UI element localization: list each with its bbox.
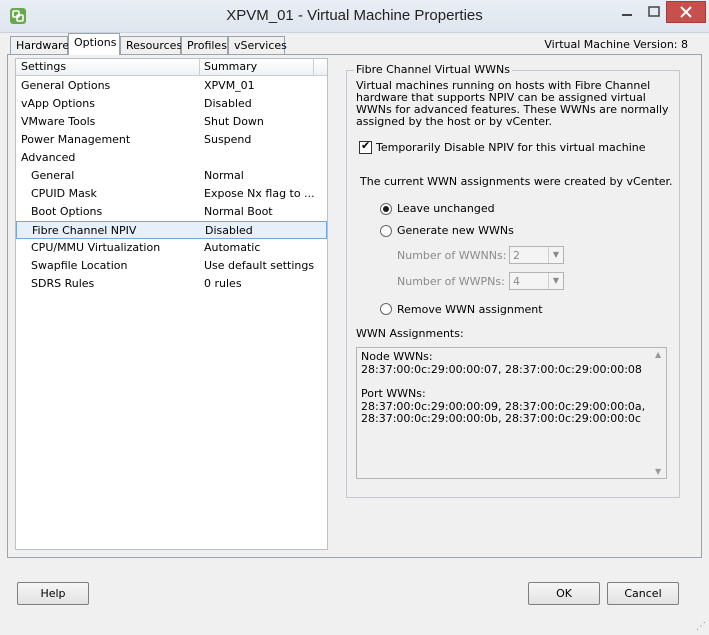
wwn-assignments-label: WWN Assignments: <box>356 327 464 340</box>
setting-name: SDRS Rules <box>31 277 95 290</box>
checkbox-box[interactable]: ✔ <box>359 139 372 154</box>
settings-row-general[interactable]: General Normal <box>16 167 327 185</box>
settings-row-swapfile-location[interactable]: Swapfile Location Use default settings <box>16 257 327 275</box>
port-wwns-value: 28:37:00:0c:29:00:00:0b, 28:37:00:0c:29:… <box>361 412 641 425</box>
properties-window: XPVM_01 - Virtual Machine Properties Har… <box>0 0 709 635</box>
settings-list-header: Settings Summary <box>16 59 327 76</box>
remove-wwn-radio[interactable] <box>380 303 392 315</box>
setting-name: Power Management <box>21 133 131 146</box>
close-icon <box>680 6 692 18</box>
settings-row-sdrs-rules[interactable]: SDRS Rules 0 rules <box>16 275 327 293</box>
wwn-assignments-text: Node WWNs: 28:37:00:0c:29:00:00:07, 28:3… <box>361 350 649 426</box>
fibre-channel-group: Fibre Channel Virtual WWNs Virtual machi… <box>346 63 680 498</box>
setting-summary: Shut Down <box>204 115 264 128</box>
vertical-scrollbar[interactable]: ▲ ▼ <box>652 348 666 478</box>
setting-summary: Normal <box>204 169 244 182</box>
remove-wwn-label[interactable]: Remove WWN assignment <box>397 303 543 316</box>
title-bar[interactable]: XPVM_01 - Virtual Machine Properties <box>0 0 709 33</box>
maximize-icon <box>648 6 660 17</box>
settings-row-advanced[interactable]: Advanced <box>16 149 327 167</box>
checkmark-icon: ✔ <box>361 139 371 152</box>
setting-name: CPUID Mask <box>31 187 97 200</box>
setting-name: vApp Options <box>21 97 95 110</box>
setting-name: VMware Tools <box>21 115 96 128</box>
generate-new-wwns-radio[interactable] <box>380 225 392 237</box>
node-wwns-label: Node WWNs: <box>361 350 433 363</box>
help-button[interactable]: Help <box>17 582 89 605</box>
setting-summary: Use default settings <box>204 259 315 272</box>
setting-name: General <box>31 169 75 182</box>
settings-row-general-options[interactable]: General Options XPVM_01 <box>16 77 327 95</box>
settings-list[interactable]: Settings Summary General Options XPVM_01… <box>15 58 328 550</box>
wwn-assignments-box[interactable]: Node WWNs: 28:37:00:0c:29:00:00:07, 28:3… <box>356 347 667 479</box>
resize-grip-icon[interactable]: ⋰ <box>696 621 706 632</box>
current-assignment-text: The current WWN assignments were created… <box>360 175 673 188</box>
window-title: XPVM_01 - Virtual Machine Properties <box>226 7 483 24</box>
settings-row-boot-options[interactable]: Boot Options Normal Boot <box>16 203 327 221</box>
column-header-summary[interactable]: Summary <box>204 60 257 73</box>
setting-name: Swapfile Location <box>31 259 128 272</box>
maximize-button[interactable] <box>640 1 668 23</box>
vm-version-label: Virtual Machine Version: 8 <box>544 38 688 51</box>
setting-summary: Disabled <box>204 97 252 110</box>
setting-summary: Disabled <box>205 224 253 237</box>
close-button[interactable] <box>666 1 706 23</box>
setting-summary: XPVM_01 <box>204 79 255 92</box>
scroll-down-icon[interactable]: ▼ <box>655 467 661 476</box>
setting-summary: Suspend <box>204 133 252 146</box>
setting-summary: Automatic <box>204 241 261 254</box>
column-header-settings[interactable]: Settings <box>21 60 66 73</box>
settings-row-vapp-options[interactable]: vApp Options Disabled <box>16 95 327 113</box>
tab-profiles[interactable]: Profiles <box>181 36 228 54</box>
generate-new-wwns-label[interactable]: Generate new WWNs <box>397 224 514 237</box>
chevron-down-icon: ▼ <box>548 273 563 289</box>
tab-options[interactable]: Options <box>68 33 120 55</box>
wwpn-count-value: 4 <box>513 275 520 288</box>
node-wwns-value: 28:37:00:0c:29:00:00:07, 28:37:00:0c:29:… <box>361 362 642 376</box>
port-wwns-label: Port WWNs: <box>361 387 426 400</box>
settings-row-cpu-mmu-virtualization[interactable]: CPU/MMU Virtualization Automatic <box>16 239 327 257</box>
tab-vservices[interactable]: vServices <box>228 36 287 54</box>
column-divider[interactable] <box>313 59 314 75</box>
tab-hardware[interactable]: Hardware <box>10 36 69 54</box>
setting-summary: Expose Nx flag to ... <box>204 187 315 200</box>
ok-button[interactable]: OK <box>528 582 600 605</box>
column-divider[interactable] <box>199 59 200 75</box>
settings-row-cpuid-mask[interactable]: CPUID Mask Expose Nx flag to ... <box>16 185 327 203</box>
setting-summary: 0 rules <box>204 277 242 290</box>
minimize-icon <box>622 14 632 16</box>
settings-row-vmware-tools[interactable]: VMware Tools Shut Down <box>16 113 327 131</box>
settings-rows: General Options XPVM_01 vApp Options Dis… <box>16 77 327 293</box>
leave-unchanged-label[interactable]: Leave unchanged <box>397 202 495 215</box>
npiv-description: Virtual machines running on hosts with F… <box>356 79 669 128</box>
tab-resources[interactable]: Resources <box>120 36 182 54</box>
settings-row-fibre-channel-npiv[interactable]: Fibre Channel NPIV Disabled <box>16 221 327 239</box>
setting-summary: Normal Boot <box>204 205 273 218</box>
options-panel: Settings Summary General Options XPVM_01… <box>7 54 702 558</box>
disable-npiv-label[interactable]: Temporarily Disable NPIV for this virtua… <box>376 141 646 154</box>
wwpn-count-label: Number of WWPNs: <box>397 275 505 288</box>
wwnn-count-value: 2 <box>513 249 520 262</box>
minimize-button[interactable] <box>613 1 641 23</box>
setting-name: Advanced <box>21 151 76 164</box>
settings-row-power-management[interactable]: Power Management Suspend <box>16 131 327 149</box>
group-title: Fibre Channel Virtual WWNs <box>354 63 512 76</box>
wwnn-count-label: Number of WWNNs: <box>397 249 507 262</box>
scroll-up-icon[interactable]: ▲ <box>655 350 661 359</box>
setting-name: Boot Options <box>31 205 103 218</box>
setting-name: Fibre Channel NPIV <box>32 224 137 237</box>
radio-selected-dot <box>383 206 389 212</box>
wwpn-count-select[interactable]: 4 ▼ <box>509 272 564 290</box>
setting-name: General Options <box>21 79 111 92</box>
leave-unchanged-radio[interactable] <box>380 203 392 215</box>
chevron-down-icon: ▼ <box>548 247 563 263</box>
wwnn-count-select[interactable]: 2 ▼ <box>509 246 564 264</box>
cancel-button[interactable]: Cancel <box>607 582 679 605</box>
setting-name: CPU/MMU Virtualization <box>31 241 161 254</box>
